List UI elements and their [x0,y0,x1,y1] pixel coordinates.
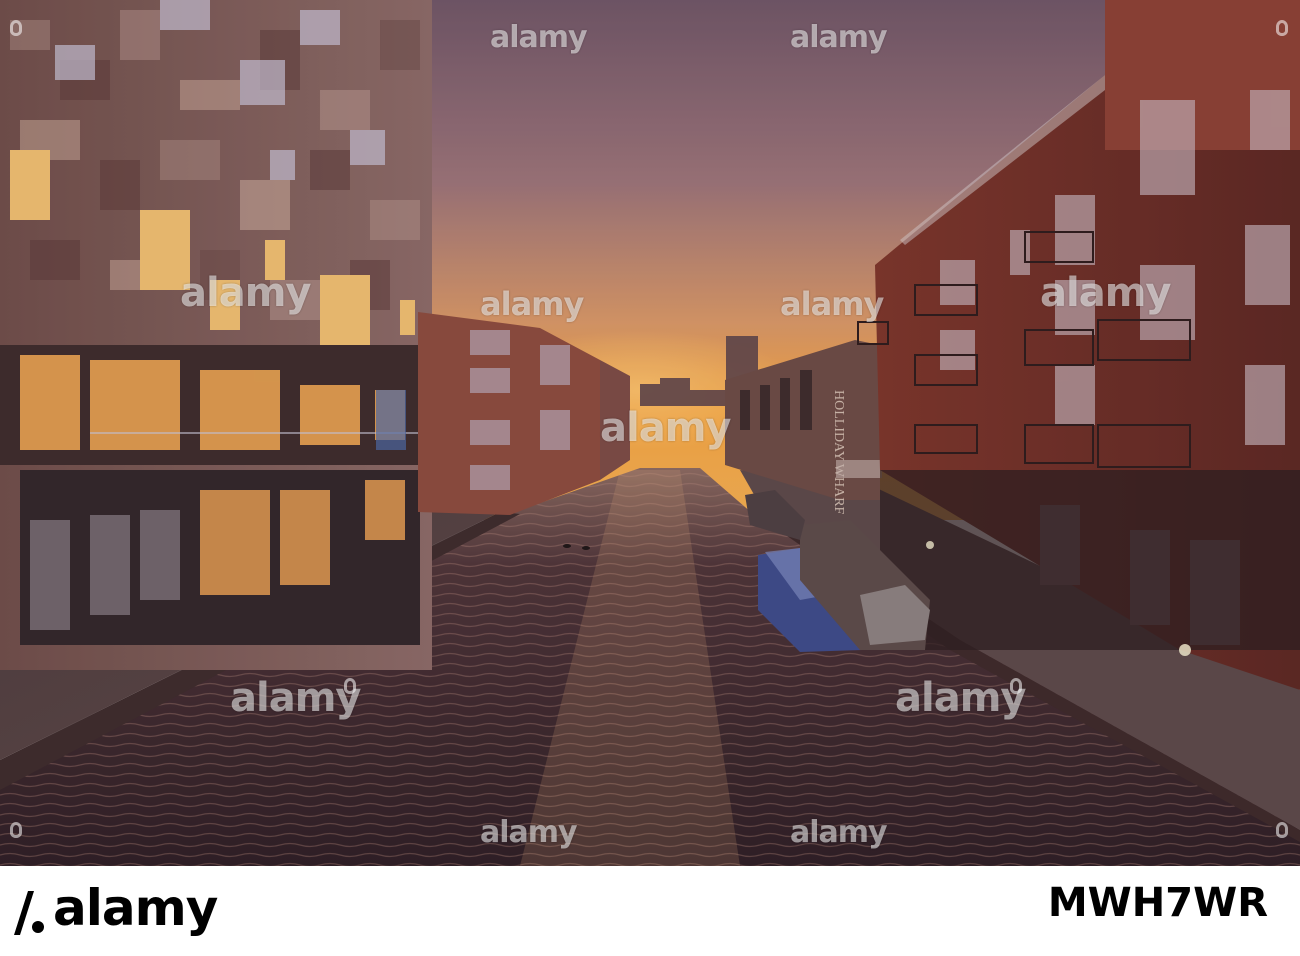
tone-overlay [0,0,1300,866]
watermark-pin-icon [1276,20,1288,36]
stock-image-id: MWH7WR [1047,880,1268,926]
watermark-pin-icon [10,822,22,838]
alamy-logo-icon [14,891,44,935]
canal-sunset-photo: HOLLIDAY WHARF [0,0,1300,866]
watermark-pin-icon [1276,822,1288,838]
watermark-pin-icon [1010,678,1022,694]
watermark-pin-icon [10,20,22,36]
footer-brand: alamy [53,879,218,937]
watermark-pin-icon [344,678,356,694]
